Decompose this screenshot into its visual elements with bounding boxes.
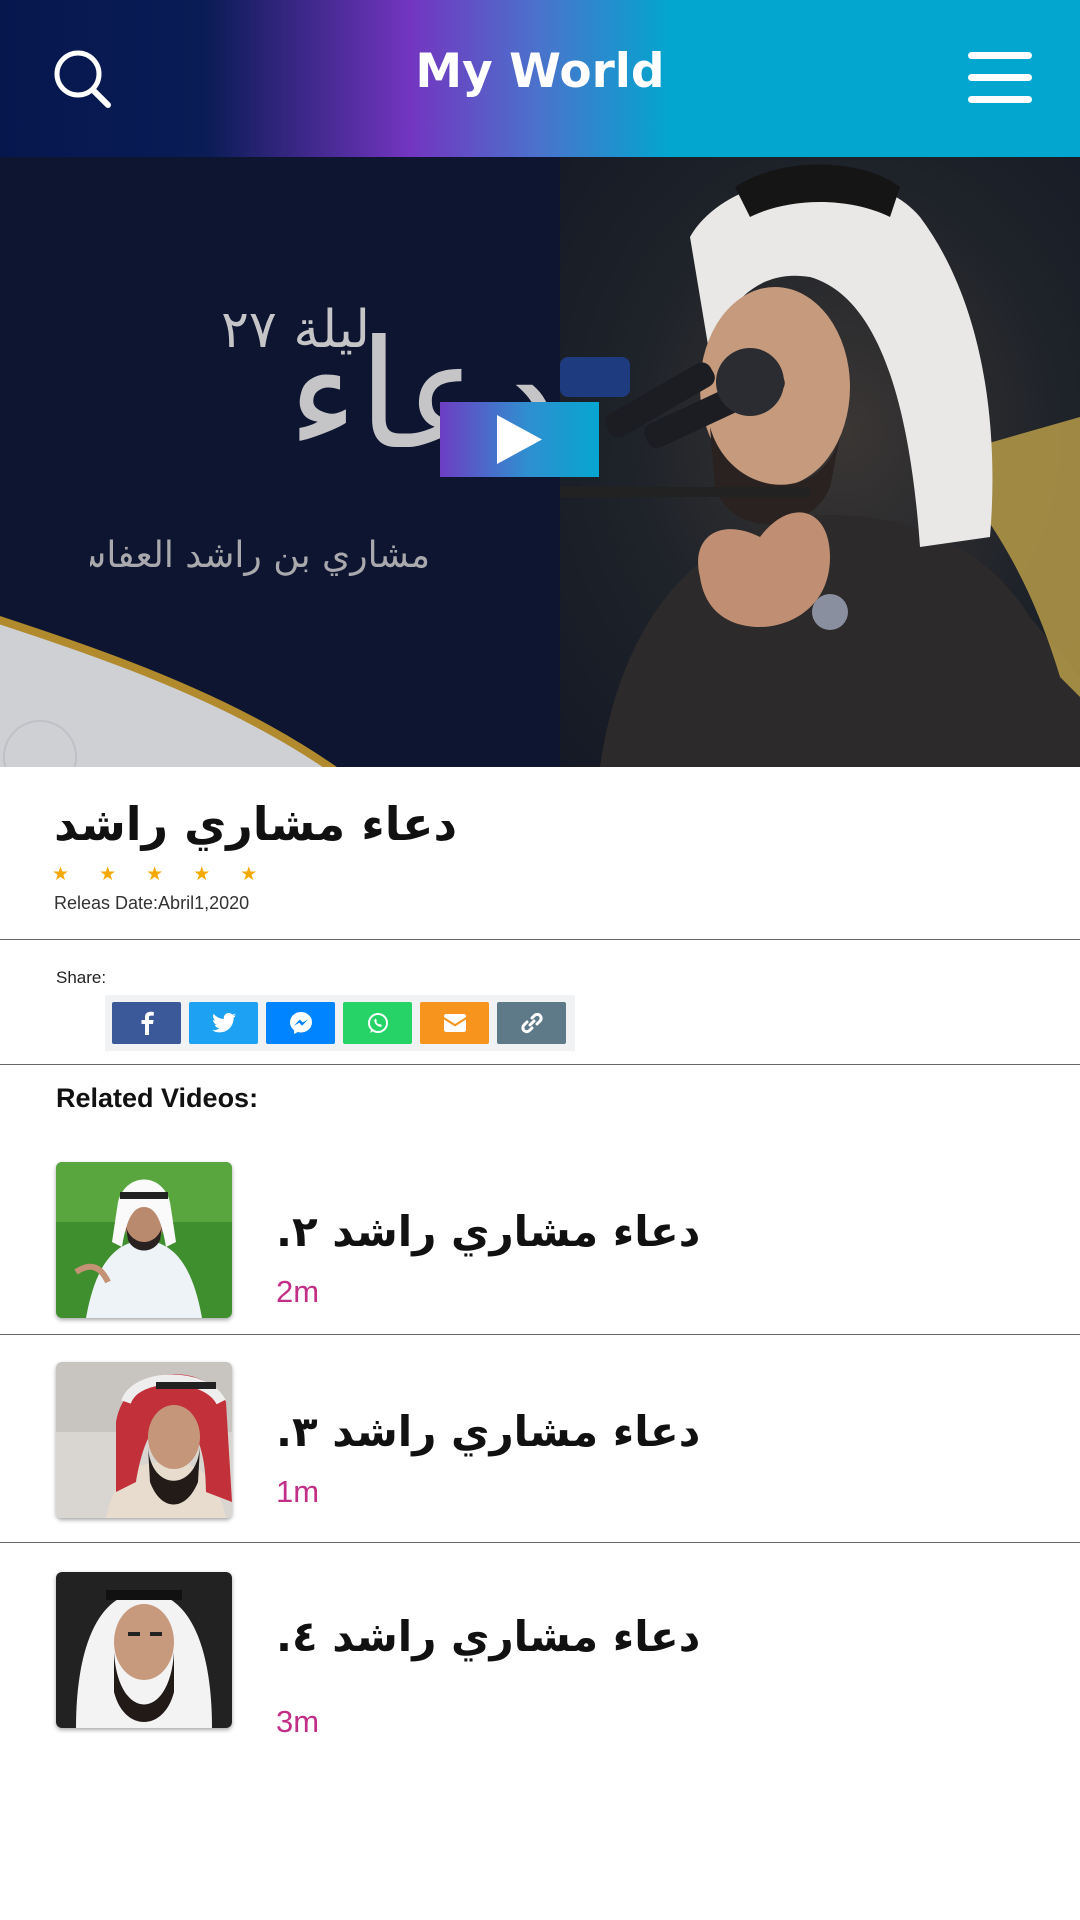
release-date: Releas Date:Abril1,2020 — [54, 893, 250, 913]
whatsapp-icon — [367, 1013, 388, 1033]
twitter-icon — [211, 1013, 236, 1033]
divider — [0, 1542, 1080, 1543]
copy-link-share-button[interactable] — [497, 1002, 566, 1044]
divider — [0, 939, 1080, 940]
video-title: دعاء مشاري راشد — [54, 797, 458, 851]
app-title: My World — [415, 44, 665, 99]
play-button[interactable] — [440, 402, 599, 477]
messenger-icon — [289, 1012, 312, 1034]
related-video-duration: 3m — [276, 1704, 320, 1739]
email-icon — [443, 1014, 466, 1032]
video-thumbnail[interactable] — [56, 1572, 232, 1728]
play-icon — [497, 415, 542, 464]
messenger-share-button[interactable] — [266, 1002, 335, 1044]
related-video-duration: 2m — [276, 1274, 320, 1309]
link-icon — [520, 1012, 543, 1034]
share-label: Share: — [56, 968, 107, 987]
divider — [0, 1334, 1080, 1335]
related-video-title[interactable]: دعاء مشاري راشد ٤. — [276, 1612, 700, 1661]
related-video-duration: 1m — [276, 1474, 320, 1509]
twitter-share-button[interactable] — [189, 1002, 258, 1044]
reciter-photo — [560, 157, 1080, 767]
email-share-button[interactable] — [420, 1002, 489, 1044]
video-thumbnail[interactable] — [56, 1162, 232, 1318]
app-header: My World — [0, 0, 1080, 157]
star-rating: ★ ★ ★ ★ ★ — [52, 863, 270, 885]
facebook-icon — [141, 1011, 154, 1035]
facebook-share-button[interactable] — [112, 1002, 181, 1044]
related-video-title[interactable]: دعاء مشاري راشد ٢. — [276, 1207, 700, 1256]
related-videos-heading: Related Videos: — [56, 1083, 259, 1113]
svg-text:ليلة ٢٧: ليلة ٢٧ — [221, 300, 370, 360]
whatsapp-share-button[interactable] — [343, 1002, 412, 1044]
divider — [0, 1064, 1080, 1065]
video-player[interactable]: دعاء ليلة ٢٧ مشاري بن راشد العفاسي — [0, 157, 1080, 767]
hamburger-menu-icon[interactable] — [968, 52, 1032, 106]
share-bar — [105, 995, 575, 1051]
svg-text:مشاري بن راشد العفاسي: مشاري بن راشد العفاسي — [90, 535, 430, 576]
video-thumbnail[interactable] — [56, 1362, 232, 1518]
related-video-title[interactable]: دعاء مشاري راشد ٣. — [276, 1407, 700, 1456]
